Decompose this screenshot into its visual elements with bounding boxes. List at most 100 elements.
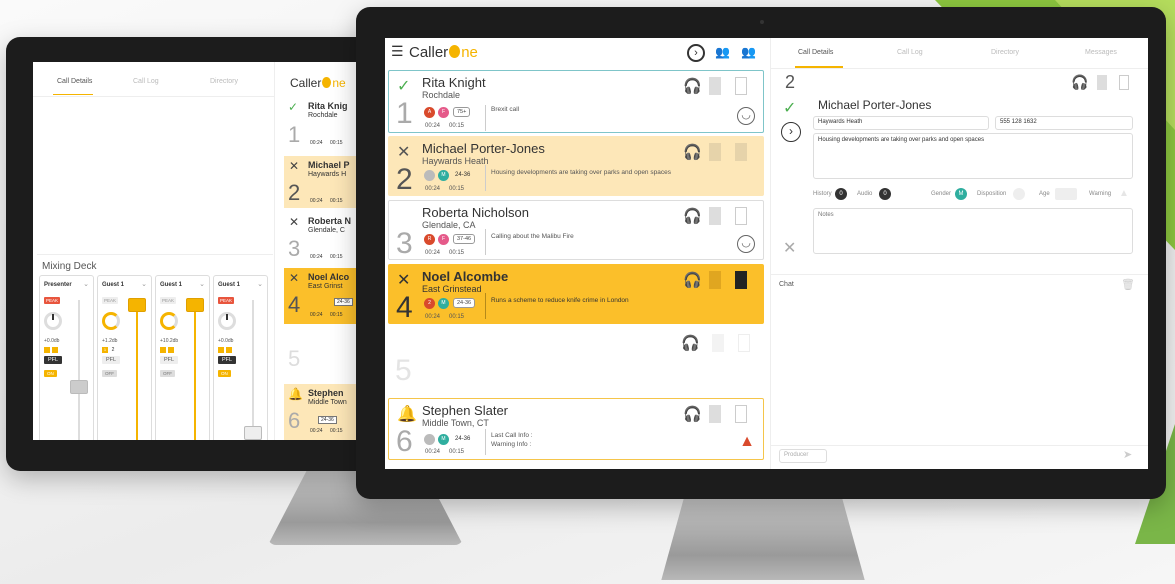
tab-call-details[interactable]: Call Details xyxy=(798,49,833,56)
hold-time: 00:15 xyxy=(330,312,343,318)
caller-location: East Grinst xyxy=(308,283,343,290)
pfl-button[interactable]: PFL xyxy=(44,356,63,364)
line-number: 4 xyxy=(288,292,301,317)
trash-icon[interactable]: 🗑 xyxy=(1121,278,1135,291)
line-tag-icon[interactable] xyxy=(735,77,747,95)
chevron-down-icon[interactable]: ⌄ xyxy=(141,280,147,288)
line-tag-icon[interactable] xyxy=(709,271,721,289)
gain-knob[interactable] xyxy=(102,312,120,330)
guests-icon[interactable]: 👥 xyxy=(715,45,730,59)
headset-icon[interactable]: 🎧 xyxy=(683,271,702,289)
brand-prefix: Caller xyxy=(290,76,322,90)
pfl-button[interactable]: PFL xyxy=(160,356,179,364)
on-toggle[interactable]: ON xyxy=(218,370,231,377)
pfl-button[interactable]: PFL xyxy=(102,356,121,364)
line-tag-icon[interactable] xyxy=(1119,75,1129,90)
notes-field[interactable]: Notes xyxy=(813,208,1133,254)
close-icon[interactable]: ✕ xyxy=(783,238,796,258)
on-toggle[interactable]: ON xyxy=(44,370,57,377)
hold-time: 00:15 xyxy=(449,186,465,192)
headset-icon[interactable]: 🎧 xyxy=(683,143,702,161)
line-tag-icon[interactable] xyxy=(709,207,721,225)
badge: 2 xyxy=(424,298,435,309)
on-toggle[interactable]: OFF xyxy=(102,370,117,377)
tab-directory[interactable]: Directory xyxy=(991,49,1019,56)
fader-handle[interactable] xyxy=(186,298,204,312)
age-tag: 24-36 xyxy=(334,298,353,306)
call-time: 00:24 xyxy=(310,254,323,260)
call-topic: Housing developments are taking over par… xyxy=(491,169,671,176)
chevron-down-icon[interactable]: ⌄ xyxy=(83,280,89,288)
next-caller-icon[interactable]: › xyxy=(781,122,801,142)
gender-value[interactable]: M xyxy=(955,188,967,200)
tab-messages[interactable]: Messages xyxy=(1085,49,1117,56)
fader-handle[interactable] xyxy=(244,426,262,440)
fader-handle[interactable] xyxy=(128,298,146,312)
warning-label: Warning xyxy=(1089,191,1112,197)
tab-call-log[interactable]: Call Log xyxy=(133,78,159,85)
fader-track xyxy=(252,300,254,440)
location-field[interactable]: Haywards Heath xyxy=(813,116,989,130)
channel-label: Presenter xyxy=(44,282,72,288)
send-icon[interactable]: ➤ xyxy=(1123,448,1132,461)
gender-label: Gender xyxy=(931,191,952,197)
tab-call-log[interactable]: Call Log xyxy=(897,49,923,56)
chevron-down-icon[interactable]: ⌄ xyxy=(199,280,205,288)
line-tag-icon[interactable] xyxy=(709,77,721,95)
age-input[interactable] xyxy=(1055,188,1077,200)
check-icon[interactable]: ✓ xyxy=(783,98,796,118)
chevron-down-icon[interactable]: ⌄ xyxy=(257,280,263,288)
call-card-4[interactable]: ✕ Noel Alcombe East Grinstead 4 2 M 24-3… xyxy=(388,264,764,324)
on-toggle[interactable]: OFF xyxy=(160,370,175,377)
smiley-icon[interactable]: ◡ xyxy=(737,235,755,253)
tab-directory[interactable]: Directory xyxy=(210,78,238,85)
call-card-3[interactable]: Roberta Nicholson Glendale, CA 3 R F 37-… xyxy=(388,200,764,260)
topic-field[interactable]: Housing developments are taking over par… xyxy=(813,133,1133,179)
right-monitor: ☰ Caller ne › 👥 👥 ✓ Rita Knight Rochdale … xyxy=(356,7,1166,499)
tabs-divider xyxy=(771,68,1148,69)
call-card-6[interactable]: 🔔 Stephen Slater Middle Town, CT 6 M 24-… xyxy=(388,398,764,460)
call-card-1[interactable]: ✓ Rita Knight Rochdale 1 A F 75+ 00:24 0… xyxy=(388,70,764,133)
line-tag-icon[interactable] xyxy=(735,207,747,225)
caller-location: Rochdale xyxy=(308,112,338,119)
hold-time: 00:15 xyxy=(330,254,343,260)
headset-icon[interactable]: 🎧 xyxy=(683,77,702,95)
line-tag-icon[interactable] xyxy=(735,405,747,423)
history-count[interactable]: 0 xyxy=(835,188,847,200)
audio-label: Audio xyxy=(857,191,873,197)
line-tag-icon[interactable] xyxy=(735,143,747,161)
channel-strip-guest-2: Guest 1 ⌄ PEAK +10.2db PFL OFF xyxy=(155,275,210,440)
next-caller-icon[interactable]: › xyxy=(687,44,705,62)
audio-count[interactable]: 0 xyxy=(879,188,891,200)
phone-field[interactable]: 555 128 1632 xyxy=(995,116,1133,130)
headset-icon[interactable]: 🎧 xyxy=(683,207,702,225)
line-tag-icon[interactable] xyxy=(709,405,721,423)
gain-knob[interactable] xyxy=(160,312,178,330)
check-icon: ✓ xyxy=(397,78,411,95)
warning-toggle-icon[interactable]: ▲ xyxy=(1119,188,1129,199)
chat-recipient-select[interactable]: Producer xyxy=(779,449,827,463)
close-icon: ✕ xyxy=(289,159,300,173)
close-icon: ✕ xyxy=(397,144,411,161)
line-tag-icon[interactable] xyxy=(1097,75,1107,90)
call-time: 00:24 xyxy=(425,449,441,455)
headset-icon[interactable]: 🎧 xyxy=(683,405,702,423)
menu-icon[interactable]: ☰ xyxy=(391,43,404,60)
caller-name-field[interactable]: Michael Porter-Jones xyxy=(813,96,1133,114)
smiley-icon[interactable]: ◡ xyxy=(737,107,755,125)
call-card-2[interactable]: ✕ Michael Porter-Jones Haywards Heath 2 … xyxy=(388,136,764,196)
call-time: 00:24 xyxy=(425,314,441,320)
line-tag-icon[interactable] xyxy=(735,271,747,289)
fader-handle[interactable] xyxy=(70,380,88,394)
right-monitor-stand xyxy=(661,498,865,580)
age-tag: 37-46 xyxy=(453,234,476,244)
tab-call-details[interactable]: Call Details xyxy=(57,78,92,85)
disposition-toggle[interactable] xyxy=(1013,188,1025,200)
headset-icon[interactable]: 🎧 xyxy=(1071,74,1088,91)
pfl-button[interactable]: PFL xyxy=(218,356,237,364)
line-tag-icon[interactable] xyxy=(709,143,721,161)
caller-name: Stephen xyxy=(308,388,344,398)
header: ☰ Caller ne › 👥 👥 xyxy=(385,38,768,68)
guests-alert-icon[interactable]: 👥 xyxy=(741,45,756,59)
caller-location: Haywards H xyxy=(308,171,347,178)
